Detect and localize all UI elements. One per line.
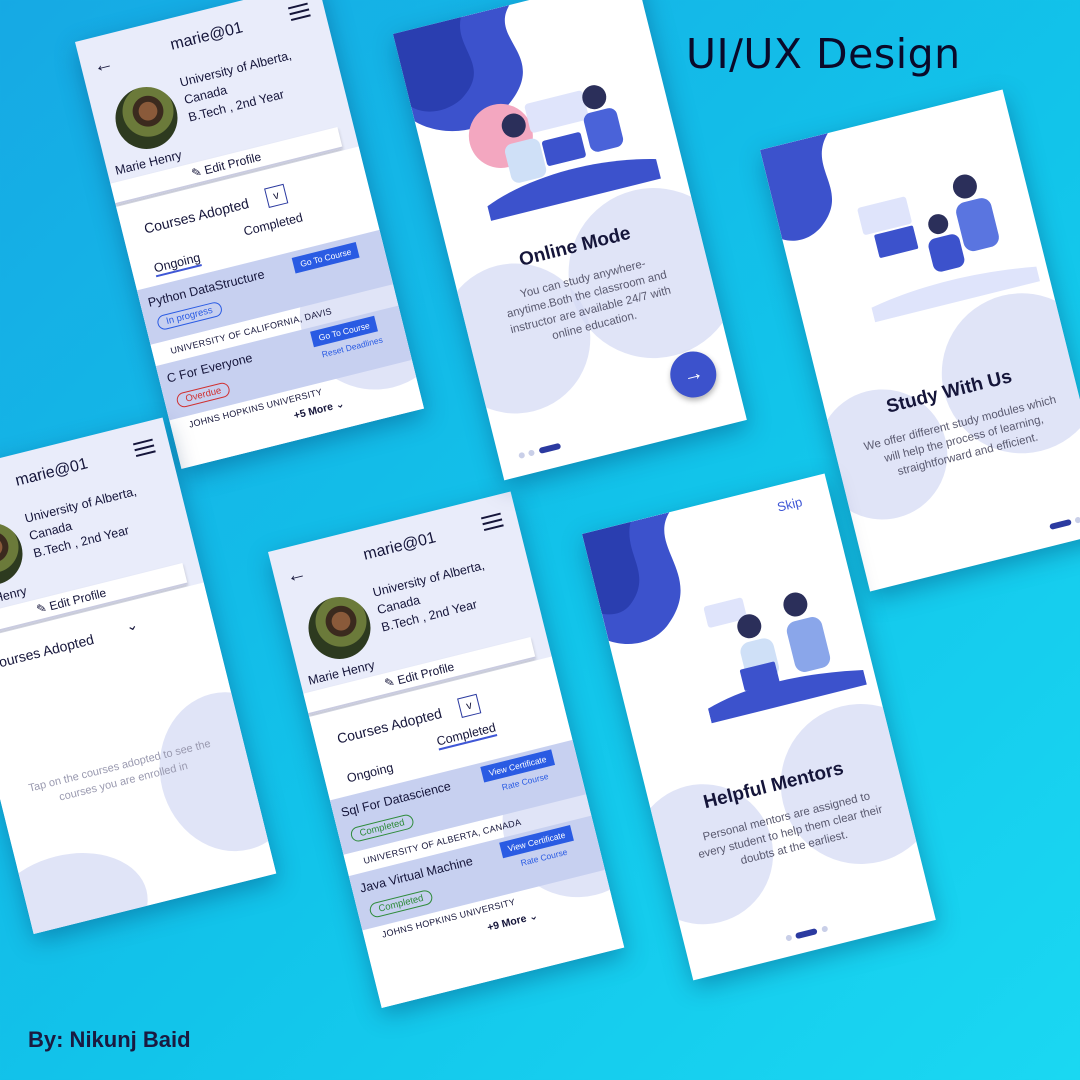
hamburger-menu-icon[interactable] <box>287 2 312 25</box>
avatar <box>301 590 378 666</box>
avatar <box>0 516 30 592</box>
page-indicator <box>1047 507 1080 535</box>
hamburger-menu-icon[interactable] <box>480 512 505 535</box>
profile-empty-screen: marie@01 University of Alberta, Canada B… <box>0 417 277 935</box>
avatar <box>108 80 185 156</box>
page-title: UI/UX Design <box>686 30 961 78</box>
username: marie@01 <box>13 455 90 490</box>
arrow-right-icon: → <box>680 361 706 388</box>
university: University of Alberta, Canada B.Tech , 2… <box>23 484 138 561</box>
hamburger-menu-icon[interactable] <box>132 438 157 461</box>
back-arrow-icon[interactable]: ← <box>284 562 309 589</box>
status-badge: Completed <box>349 813 415 844</box>
university: University of Alberta, Canada B.Tech , 2… <box>371 558 486 635</box>
username: marie@01 <box>361 529 438 564</box>
status-badge: Completed <box>368 888 434 919</box>
author-credit: By: Nikunj Baid <box>28 1027 191 1052</box>
status-badge: Overdue <box>175 381 232 409</box>
university: University of Alberta, Canada B.Tech , 2… <box>178 48 293 125</box>
username: marie@01 <box>168 19 245 54</box>
profile-completed-screen: ← marie@01 University of Alberta, Canada… <box>268 491 625 1009</box>
back-arrow-icon[interactable]: ← <box>91 52 116 79</box>
profile-ongoing-screen: ← marie@01 University of Alberta, Canada… <box>75 0 425 469</box>
page-indicator <box>784 919 830 947</box>
page-indicator <box>516 436 562 464</box>
